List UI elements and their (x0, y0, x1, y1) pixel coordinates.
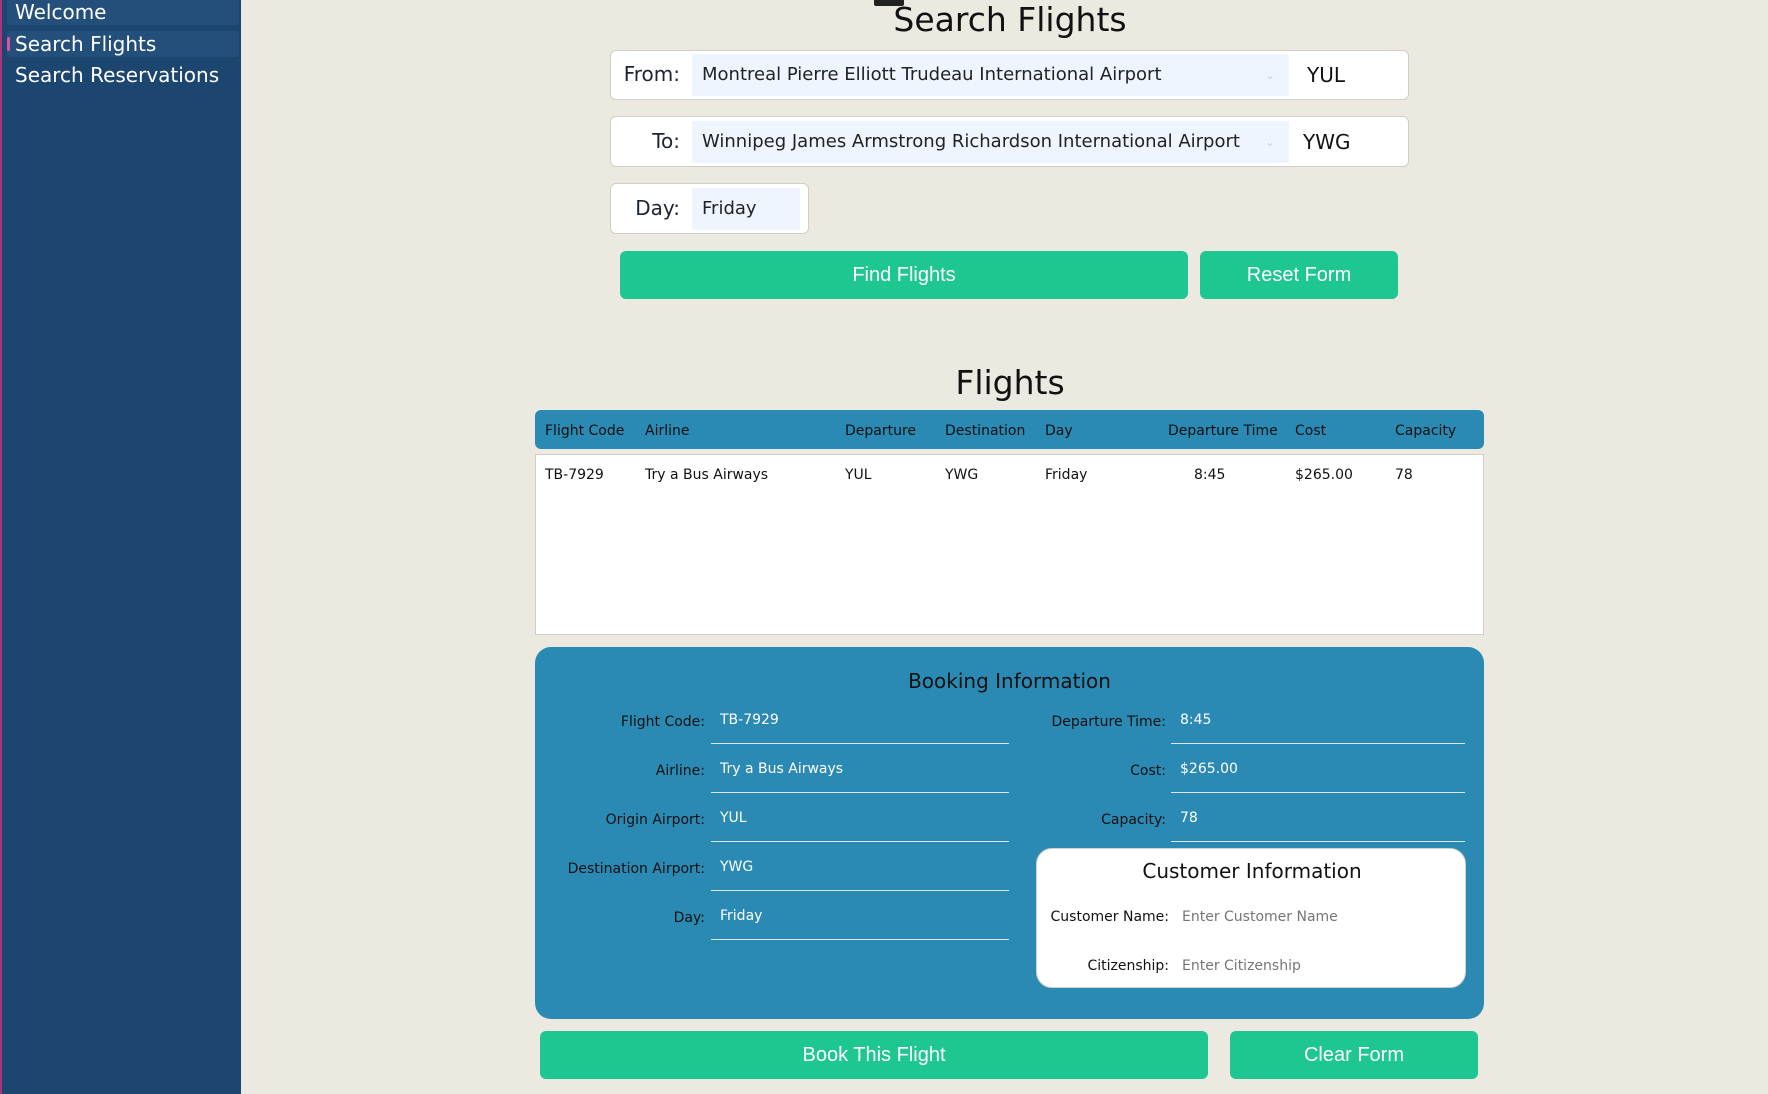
cell-airline: Try a Bus Airways (645, 467, 769, 483)
column-header[interactable]: Capacity (1395, 423, 1456, 439)
departure-time-label: Departure Time: (1051, 714, 1166, 730)
flights-title: Flights (955, 363, 1065, 402)
day-value: Friday (702, 198, 757, 219)
airline-field[interactable]: Try a Bus Airways (711, 751, 1009, 793)
flight-code-field[interactable]: TB-7929 (711, 702, 1009, 744)
cell-departure: YUL (845, 467, 872, 483)
from-label: From: (623, 62, 680, 86)
customer-info-title: Customer Information (1142, 859, 1362, 883)
cell-departure-time: 8:45 (1194, 467, 1226, 483)
chevron-down-icon: ⌄ (1264, 68, 1275, 82)
column-header[interactable]: Cost (1295, 423, 1326, 439)
page-title: Search Flights (893, 0, 1127, 39)
book-flight-button[interactable]: Book This Flight (540, 1031, 1208, 1079)
cost-label: Cost: (1130, 763, 1166, 779)
column-header[interactable]: Departure Time (1168, 423, 1278, 439)
from-code: YUL (1307, 63, 1345, 87)
customer-name-label: Customer Name: (1050, 909, 1169, 925)
find-flights-button[interactable]: Find Flights (620, 251, 1188, 299)
column-header[interactable]: Departure (845, 423, 916, 439)
day-field[interactable]: Friday (711, 898, 1009, 940)
origin-airport-label: Origin Airport: (605, 812, 705, 828)
origin-airport-field[interactable]: YUL (711, 800, 1009, 842)
cost-field[interactable]: $265.00 (1171, 751, 1465, 793)
customer-name-input[interactable] (1173, 899, 1457, 935)
day-select[interactable]: Friday (692, 188, 800, 230)
active-indicator (7, 37, 10, 51)
cell-destination: YWG (945, 467, 979, 483)
citizenship-input[interactable] (1173, 948, 1457, 984)
day-label: Day: (635, 196, 680, 220)
to-code: YWG (1303, 130, 1351, 154)
to-label: To: (652, 129, 680, 153)
sidebar: Welcome Search Flights Search Reservatio… (0, 0, 241, 1094)
booking-title: Booking Information (908, 669, 1111, 693)
column-header[interactable]: Flight Code (545, 423, 624, 439)
capacity-label: Capacity: (1101, 812, 1166, 828)
customer-info-card: Customer Information Customer Name: Citi… (1036, 848, 1466, 988)
table-row[interactable]: TB-7929 Try a Bus Airways YUL YWG Friday… (536, 458, 1483, 494)
cell-day: Friday (1045, 467, 1088, 483)
airline-label: Airline: (655, 763, 705, 779)
column-header[interactable]: Airline (645, 423, 690, 439)
cell-flight-code: TB-7929 (545, 467, 604, 483)
from-airport-select[interactable]: Montreal Pierre Elliott Trudeau Internat… (692, 54, 1289, 96)
citizenship-label: Citizenship: (1087, 958, 1169, 974)
capacity-field[interactable]: 78 (1171, 800, 1465, 842)
to-airport-select[interactable]: Winnipeg James Armstrong Richardson Inte… (692, 121, 1289, 163)
sidebar-item-search-reservations[interactable]: Search Reservations (7, 62, 239, 88)
destination-airport-label: Destination Airport: (567, 861, 705, 877)
column-header[interactable]: Destination (945, 423, 1025, 439)
reset-form-button[interactable]: Reset Form (1200, 251, 1398, 299)
flight-code-label: Flight Code: (620, 714, 705, 730)
chevron-down-icon: ⌄ (1264, 135, 1275, 149)
cell-capacity: 78 (1395, 467, 1413, 483)
cell-cost: $265.00 (1295, 467, 1353, 483)
column-header[interactable]: Day (1045, 423, 1073, 439)
destination-airport-field[interactable]: YWG (711, 849, 1009, 891)
sidebar-item-label: Search Reservations (15, 63, 220, 87)
to-airport-value: Winnipeg James Armstrong Richardson Inte… (702, 131, 1240, 152)
day-label: Day: (673, 910, 705, 926)
departure-time-field[interactable]: 8:45 (1171, 702, 1465, 744)
clear-form-button[interactable]: Clear Form (1230, 1031, 1478, 1079)
from-airport-value: Montreal Pierre Elliott Trudeau Internat… (702, 64, 1162, 85)
